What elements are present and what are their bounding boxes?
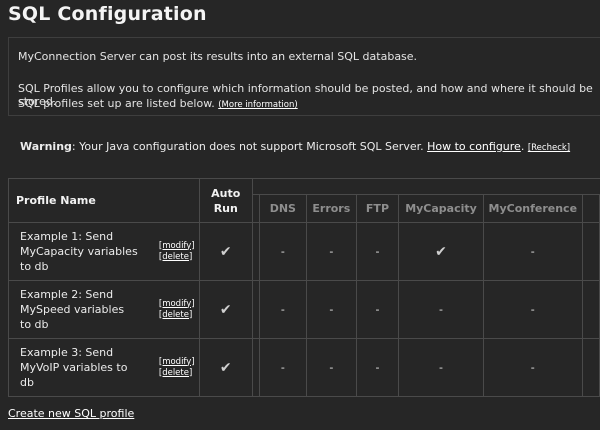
more-information-link[interactable]: (More information) (218, 100, 297, 110)
myconference-cell: - (483, 338, 583, 397)
delete-link[interactable]: [delete] (159, 252, 195, 263)
mycapacity-cell: - (398, 338, 485, 397)
info-panel: MyConnection Server can post its results… (8, 37, 600, 116)
profile-name: Example 1: Send MyCapacity variables to … (20, 230, 138, 273)
col-header-myconference: MyConference (483, 194, 583, 223)
errors-cell: - (305, 280, 357, 339)
delete-link[interactable]: [delete] (159, 368, 195, 379)
how-to-configure-link[interactable]: How to configure (427, 140, 521, 153)
col-header-profile-name: Profile Name (8, 178, 200, 223)
ftp-cell: - (355, 280, 400, 339)
ftp-cell: - (355, 222, 400, 281)
auto-run-check-icon: ✔ (198, 222, 253, 281)
dns-cell: - (258, 222, 307, 281)
dns-cell: - (258, 338, 307, 397)
profile-name: Example 2: Send MySpeed variables to db (20, 288, 125, 331)
table-row: Example 2: Send MySpeed variables to db … (8, 280, 600, 339)
warning-period: . (520, 140, 525, 153)
modify-link[interactable]: [modify] (159, 357, 195, 368)
col-header-errors: Errors (305, 194, 357, 223)
auto-run-check-icon: ✔ (198, 280, 253, 339)
col-header-ftp: FTP (355, 194, 400, 223)
errors-cell: - (305, 338, 357, 397)
errors-cell: - (305, 222, 357, 281)
ftp-cell: - (355, 338, 400, 397)
col-header-auto-run: Auto Run (198, 178, 253, 223)
myconference-cell: - (483, 280, 583, 339)
info-line-3-text: SQL profiles set up are listed below. (18, 97, 215, 110)
col-header-dns: DNS (258, 194, 307, 223)
auto-run-check-icon: ✔ (198, 338, 253, 397)
dns-cell: - (258, 280, 307, 339)
profile-name-cell: Example 1: Send MyCapacity variables to … (8, 222, 200, 281)
delete-link[interactable]: [delete] (159, 310, 195, 321)
info-line-3: SQL profiles set up are listed below. (M… (18, 97, 298, 110)
profile-name-cell: Example 2: Send MySpeed variables to db … (8, 280, 200, 339)
recheck-link[interactable]: [Recheck] (528, 143, 570, 153)
modify-link[interactable]: [modify] (159, 241, 195, 252)
warning-text: : Your Java configuration does not suppo… (71, 140, 428, 153)
table-row: Example 3: Send MyVoIP variables to db [… (8, 338, 600, 397)
profile-name-cell: Example 3: Send MyVoIP variables to db [… (8, 338, 200, 397)
col-header-mycapacity: MyCapacity (398, 194, 485, 223)
java-warning: Warning: Your Java configuration does no… (20, 140, 570, 153)
mycapacity-check-icon: ✔ (398, 222, 485, 281)
info-line-1: MyConnection Server can post its results… (18, 50, 418, 63)
warning-label: Warning (20, 140, 72, 153)
myconference-cell: - (483, 222, 583, 281)
mycapacity-cell: - (398, 280, 485, 339)
table-row: Example 1: Send MyCapacity variables to … (8, 222, 600, 281)
profile-name: Example 3: Send MyVoIP variables to db (20, 346, 128, 389)
sql-profiles-grid: Profile Name Auto Run DNS Errors FTP MyCa… (8, 178, 600, 397)
modify-link[interactable]: [modify] (159, 299, 195, 310)
create-sql-profile-link[interactable]: Create new SQL profile (8, 407, 134, 420)
page-title: SQL Configuration (8, 3, 207, 25)
